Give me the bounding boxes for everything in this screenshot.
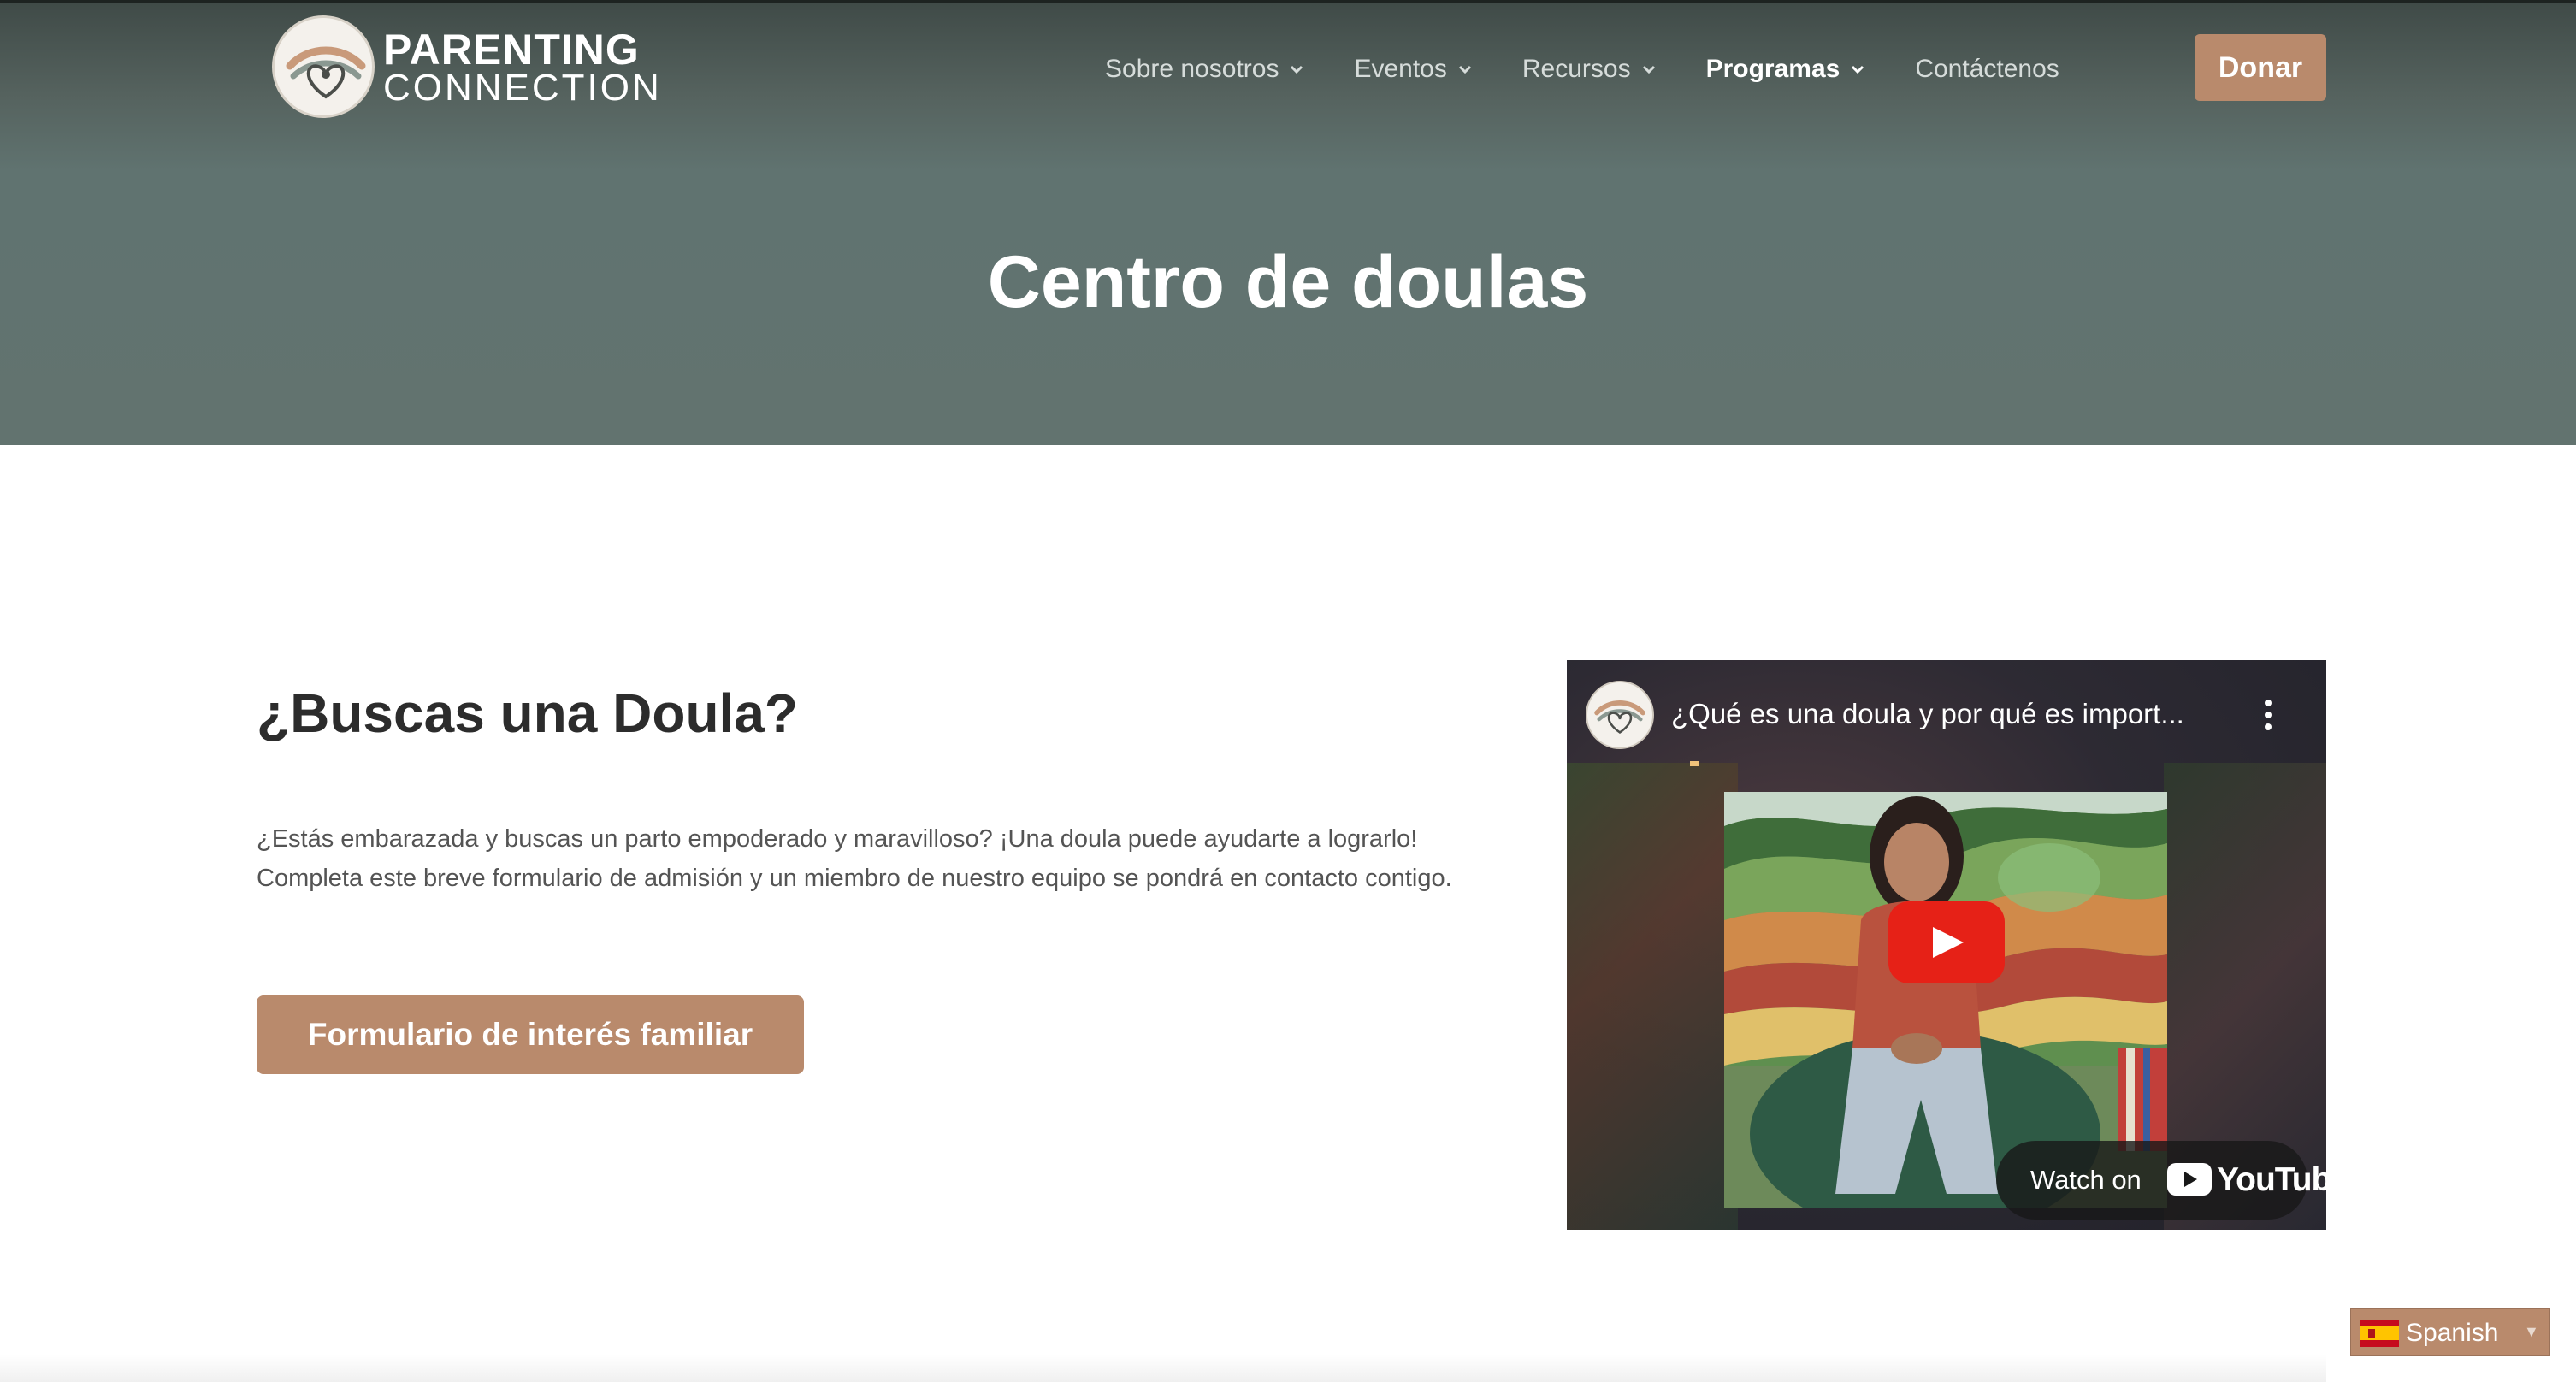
watch-on-label: Watch on — [2030, 1165, 2142, 1195]
video-background-blur-left — [1567, 763, 1738, 1230]
play-button[interactable] — [1888, 901, 2005, 983]
logo-text-secondary: CONNECTION — [383, 67, 662, 109]
footer-shadow — [0, 1355, 2326, 1382]
hero-banner: PARENTING CONNECTION Sobre nosotros Even… — [0, 0, 2576, 445]
language-label: Spanish — [2406, 1319, 2499, 1347]
chevron-down-icon — [1852, 65, 1864, 74]
nav-item-label: Recursos — [1521, 55, 1631, 83]
family-interest-form-button[interactable]: Formulario de interés familiar — [257, 995, 804, 1074]
spain-flag-icon — [2360, 1320, 2399, 1347]
nav-item-label: Contáctenos — [1915, 55, 2059, 83]
caret-down-icon: ▼ — [2524, 1323, 2539, 1340]
page-title: Centro de doulas — [987, 241, 1589, 323]
channel-avatar-icon[interactable] — [1586, 681, 1654, 749]
youtube-logo-icon — [2167, 1163, 2212, 1196]
main-nav: Sobre nosotros Eventos Recursos Programa… — [1105, 48, 2059, 91]
youtube-wordmark: YouTube — [2217, 1161, 2326, 1198]
nav-item-label: Programas — [1705, 55, 1840, 83]
nav-item-sobre-nosotros[interactable]: Sobre nosotros — [1105, 48, 1304, 91]
nav-item-eventos[interactable]: Eventos — [1354, 48, 1472, 91]
nav-item-label: Sobre nosotros — [1105, 55, 1279, 83]
chevron-down-icon — [1291, 65, 1303, 74]
chevron-down-icon — [1642, 65, 1655, 74]
intro-paragraph: ¿Estás embarazada y buscas un parto empo… — [257, 825, 1452, 892]
nav-item-contactenos[interactable]: Contáctenos — [1915, 48, 2059, 91]
site-logo[interactable]: PARENTING CONNECTION — [272, 15, 659, 120]
youtube-video-embed[interactable]: ¿Qué es una doula y por qué es import...… — [1567, 660, 2326, 1230]
play-icon — [1933, 927, 1964, 958]
nav-item-recursos[interactable]: Recursos — [1522, 48, 1657, 91]
video-title[interactable]: ¿Qué es una doula y por qué es import... — [1671, 694, 2227, 734]
chevron-down-icon — [1458, 65, 1471, 74]
section-heading: ¿Buscas una Doula? — [257, 682, 798, 744]
donate-button[interactable]: Donar — [2195, 34, 2326, 101]
nav-item-programas[interactable]: Programas — [1706, 48, 1866, 91]
watch-on-youtube-button[interactable]: Watch on YouTube — [1996, 1141, 2326, 1220]
logo-emblem-icon — [272, 15, 375, 118]
language-switcher[interactable]: Spanish ▼ — [2350, 1308, 2550, 1356]
kebab-menu-icon[interactable] — [2258, 700, 2278, 734]
top-border — [0, 0, 2576, 3]
nav-item-label: Eventos — [1354, 55, 1447, 83]
video-progress-marker — [1690, 761, 1699, 766]
